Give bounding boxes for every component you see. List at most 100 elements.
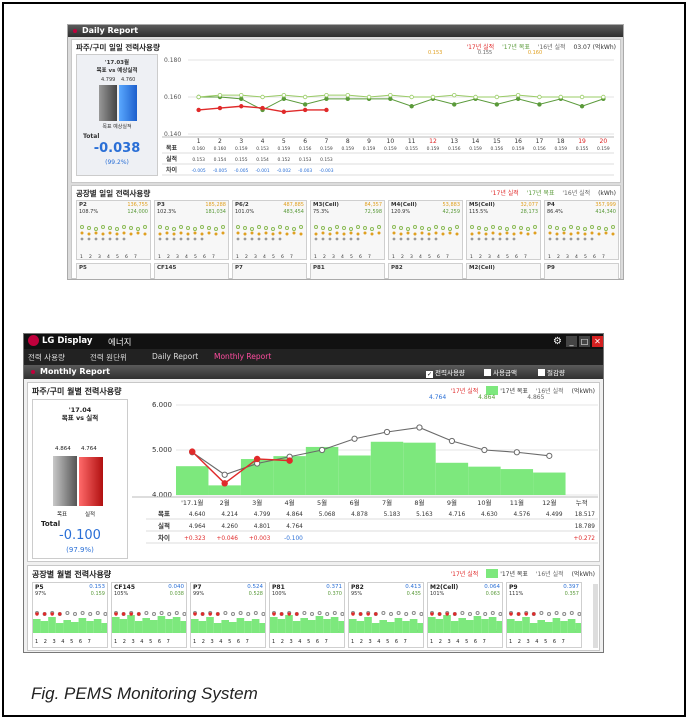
factory-card[interactable]: P82 bbox=[388, 263, 463, 279]
mini-point-actual bbox=[314, 237, 318, 241]
data-point-2 bbox=[366, 94, 372, 100]
actual-point bbox=[221, 480, 228, 487]
mini-point-actual bbox=[250, 237, 254, 241]
mini-tick: 1 bbox=[470, 254, 473, 260]
factory-card[interactable]: P2 136,755 108.7% 124,000 1 2 3 4 5 6 7 bbox=[76, 200, 151, 260]
mini-target-bar bbox=[560, 621, 568, 633]
settings-gear-icon[interactable]: ⚙ bbox=[552, 336, 563, 347]
mini-point-16 bbox=[392, 225, 396, 229]
factory-name: P2 bbox=[79, 202, 87, 208]
factory-card[interactable]: P4 357,999 86.4% 414,340 1 2 3 4 5 6 7 bbox=[544, 200, 619, 260]
factory-goal: 483,454 bbox=[283, 209, 304, 215]
mini-point-actual bbox=[122, 237, 126, 241]
prev-year-point bbox=[513, 449, 520, 456]
factory-card[interactable]: M3(Cell) 84,357 75.3% 72,598 1 2 3 4 5 6 7 bbox=[310, 200, 385, 260]
mini-target-bar bbox=[481, 619, 489, 633]
mini-point-16 bbox=[243, 226, 247, 230]
close-button[interactable]: ✕ bbox=[592, 336, 603, 347]
mini-point-target bbox=[505, 231, 509, 235]
mini-point-target bbox=[448, 231, 452, 235]
mini-point-16 bbox=[389, 612, 393, 616]
menu-item-power-unit[interactable]: 전력 원단위 bbox=[90, 352, 127, 363]
monthly-actual-bar bbox=[79, 457, 103, 506]
factory-card[interactable]: P5 0.153 97% 0.159 0.164 1 2 3 4 5 6 7 bbox=[32, 582, 108, 648]
factory-card[interactable]: P5 bbox=[76, 263, 151, 279]
mini-point-target bbox=[299, 232, 303, 236]
factory-value: 32,077 bbox=[520, 202, 539, 208]
mini-point-actual bbox=[420, 237, 424, 241]
factory-pct: 101.0% bbox=[235, 209, 255, 215]
day-tick-label: 10 bbox=[387, 138, 395, 145]
checkbox-cost[interactable]: 사용금액 bbox=[484, 367, 517, 377]
factory-card[interactable]: P9 0.397 111% 0.357 0.385 1 2 3 4 5 6 7 bbox=[506, 582, 582, 648]
menu-item-daily-report[interactable]: Daily Report bbox=[152, 352, 198, 361]
mini-point-actual bbox=[358, 612, 363, 616]
target-bar bbox=[305, 446, 339, 495]
mini-point-target bbox=[512, 232, 516, 236]
data-point-0 bbox=[388, 96, 393, 102]
factory-card[interactable]: M2(Cell) 0.064 101% 0.063 0.060 1 2 3 4 … bbox=[427, 582, 503, 648]
mini-tick: 3 bbox=[566, 254, 569, 260]
table-cell: 4.878 bbox=[351, 512, 368, 518]
mini-point-target bbox=[455, 232, 459, 236]
checkbox-power-usage-label: 전력사용량 bbox=[435, 369, 465, 377]
daily-factory-title: 공장별 일일 전력사용량 bbox=[76, 189, 151, 198]
mini-point-16 bbox=[470, 225, 474, 229]
factory-pct: 101% bbox=[430, 591, 445, 597]
mini-point-16 bbox=[143, 225, 147, 229]
mini-tick: 1 bbox=[392, 254, 395, 260]
mini-point-16 bbox=[231, 612, 235, 616]
menu-item-monthly-report[interactable]: Monthly Report bbox=[214, 352, 271, 361]
factory-card[interactable]: P3 185,288 102.3% 181,034 1 2 3 4 5 6 7 bbox=[154, 200, 229, 260]
mini-point-actual bbox=[427, 237, 431, 241]
factory-card[interactable]: M2(Cell) bbox=[466, 263, 541, 279]
factory-card[interactable]: M4(Cell) 53,883 120.9% 42,259 1 2 3 4 5 6 7 bbox=[388, 200, 463, 260]
mini-point-actual bbox=[172, 237, 176, 241]
menu-item-power-usage[interactable]: 전력 사용량 bbox=[28, 352, 65, 363]
mini-tick: 5 bbox=[116, 254, 119, 260]
factory-card[interactable]: P81 bbox=[310, 263, 385, 279]
factory-name: P81 bbox=[272, 584, 285, 591]
maximize-button[interactable]: □ bbox=[579, 336, 590, 347]
monthly-report-header: Monthly Report ✓ 전력사용량 사용금액 절감량 bbox=[24, 365, 603, 379]
checkbox-savings[interactable]: 절감량 bbox=[538, 367, 565, 377]
mini-point-16 bbox=[200, 225, 204, 229]
factory-card[interactable]: P82 0.413 95% 0.435 0.409 1 2 3 4 5 6 7 bbox=[348, 582, 424, 648]
mini-tick: 3 bbox=[176, 254, 179, 260]
target-bar bbox=[468, 466, 501, 495]
table-cell: 0.156 bbox=[533, 146, 546, 152]
mini-point-16 bbox=[186, 226, 190, 230]
prev-year-point bbox=[221, 471, 228, 478]
factory-card[interactable]: P81 0.371 100% 0.370 0.367 1 2 3 4 5 6 7 bbox=[269, 582, 345, 648]
factory-legend-actual17: '17년 실적 bbox=[491, 190, 519, 197]
mini-point-target bbox=[243, 232, 247, 236]
mini-tick: 5 bbox=[584, 254, 587, 260]
data-point-0 bbox=[302, 102, 308, 107]
factory-card[interactable]: P7 bbox=[232, 263, 307, 279]
month-label: 누적 bbox=[576, 499, 588, 507]
factory-card[interactable]: P7 0.524 99% 0.528 0.511 1 2 3 4 5 6 7 bbox=[190, 582, 266, 648]
factory-card[interactable]: CF145 0.040 105% 0.038 0.048 1 2 3 4 5 6… bbox=[111, 582, 187, 648]
mini-point-actual bbox=[583, 237, 587, 241]
factory-goal: 0.528 bbox=[248, 591, 263, 597]
table-row-label: 차이 bbox=[158, 533, 170, 542]
mini-point-16 bbox=[576, 226, 580, 230]
mini-target-bar bbox=[529, 623, 538, 633]
day-tick-label: 8 bbox=[346, 138, 350, 145]
factory-scrollbar[interactable] bbox=[593, 584, 598, 648]
data-point-2 bbox=[217, 92, 223, 98]
factory-card[interactable]: CF145 bbox=[154, 263, 229, 279]
mini-point-target bbox=[236, 231, 240, 235]
mini-point-actual bbox=[524, 612, 528, 616]
daily-summary-title: '17.03월 목표 vs 예상실적 bbox=[96, 60, 138, 74]
minimize-button[interactable]: _ bbox=[566, 336, 577, 347]
mini-point-actual bbox=[50, 612, 54, 616]
mini-point-target bbox=[264, 231, 268, 235]
mini-target-bar bbox=[496, 621, 502, 633]
factory-card[interactable]: M5(Cell) 32,077 115.5% 28,173 1 2 3 4 5 6 7 bbox=[466, 200, 541, 260]
mini-tick: 4 bbox=[341, 254, 344, 260]
mini-tick: 1 bbox=[236, 254, 239, 260]
factory-card[interactable]: P6/2 487,885 101.0% 483,454 1 2 3 4 5 6 7 bbox=[232, 200, 307, 260]
factory-card[interactable]: P9 bbox=[544, 263, 619, 279]
checkbox-power-usage[interactable]: ✓ 전력사용량 bbox=[426, 367, 465, 378]
